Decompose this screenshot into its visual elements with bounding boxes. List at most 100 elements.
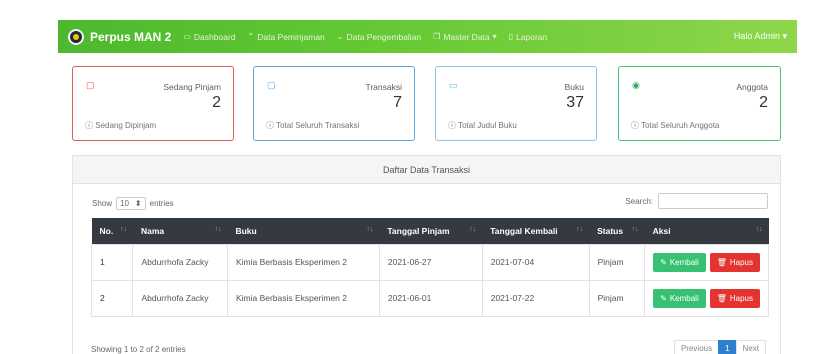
nav-laporan[interactable]: ▯ Laporan (509, 32, 548, 42)
entries-length: Show 10 ⬍ entries (92, 197, 174, 210)
cell-buku: Kimia Berbasis Eksperimen 2 (226, 243, 380, 281)
nav-master-data[interactable]: ❐ Master Data ▾ (433, 32, 496, 42)
book-icon: ▭ (449, 80, 458, 90)
th-tanggal-pinjam[interactable]: Tanggal Pinjam ↑↓ (379, 218, 483, 244)
user-greeting: Halo Admin (733, 31, 780, 41)
previous-button[interactable]: Previous (673, 340, 720, 354)
card-buku: ▭ Buku 37 ⓘ Total Judul Buku (435, 66, 597, 141)
card-footer: ⓘ Total Seluruh Transaksi (266, 120, 359, 131)
search-box: Search: (625, 193, 768, 209)
th-label: Tanggal Kembali (490, 225, 558, 236)
table-row: 2 Abdurrhofa Zacky Kimia Berbasis Eksper… (90, 279, 769, 317)
folder-icon: ❐ (433, 32, 441, 41)
nav-laporan-label: Laporan (516, 31, 548, 42)
table-row: 1 Abdurrhofa Zacky Kimia Berbasis Eksper… (90, 243, 769, 281)
edit-icon: ✎ (660, 293, 667, 303)
entries-select[interactable]: 10 ⬍ (116, 197, 146, 210)
next-button[interactable]: Next (735, 340, 766, 354)
card-anggota: ◉ Anggota 2 ⓘ Total Seluruh Anggota (618, 66, 781, 141)
card-value: 7 (393, 94, 402, 111)
cell-tanggal-pinjam: 2021-06-27 (378, 243, 483, 281)
info-icon: ⓘ (448, 121, 459, 130)
cell-tanggal-kembali: 2021-07-04 (481, 243, 590, 281)
sort-icon: ↑↓ (214, 226, 222, 233)
search-label: Search: (625, 196, 653, 206)
sort-icon: ↑↓ (576, 226, 584, 233)
table-header-row: No. ↑↓ Nama ↑↓ Buku ↑↓ Tanggal Pinjam ↑↓ Tan… (91, 218, 769, 244)
page-1-button[interactable]: 1 (718, 340, 737, 354)
nav-data-peminjaman[interactable]: ⌃ Data Peminjaman (248, 32, 325, 42)
card-transaksi: ▢ Transaksi 7 ⓘ Total Seluruh Transaksi (253, 66, 415, 141)
card-footer-text: Total Judul Buku (458, 121, 517, 130)
entries-label: entries (149, 199, 174, 208)
hapus-button[interactable]: 🗑 Hapus (709, 288, 760, 308)
card-footer-text: Total Seluruh Anggota (641, 121, 720, 130)
card-value: 2 (759, 94, 768, 111)
sort-icon: ↑↓ (631, 226, 639, 233)
sort-icon: ↑↓ (755, 226, 763, 233)
table-controls: Show 10 ⬍ entries Search: (92, 193, 768, 213)
kembali-label: Kembali (669, 257, 699, 267)
table-info: Showing 1 to 2 of 2 entries (91, 345, 186, 354)
card-footer: ⓘ Sedang Dipinjam (85, 120, 156, 131)
panel-title: Daftar Data Transaksi (73, 156, 780, 184)
top-navbar: Perpus MAN 2 ▭ Dashboard ⌃ Data Peminjam… (58, 20, 797, 53)
nav-master-data-label: Master Data (443, 31, 490, 42)
down-arrow-icon: ⌄ (336, 32, 344, 41)
th-label: Buku (235, 225, 257, 236)
card-value: 2 (212, 94, 221, 111)
th-label: Tanggal Pinjam (387, 225, 450, 236)
kembali-label: Kembali (669, 293, 699, 303)
hapus-label: Hapus (729, 293, 753, 303)
th-tanggal-kembali[interactable]: Tanggal Kembali ↑↓ (482, 218, 590, 244)
th-no[interactable]: No. ↑↓ (91, 218, 133, 244)
card-footer-text: Total Seluruh Transaksi (276, 121, 360, 130)
th-label: Nama (140, 225, 165, 236)
card-title: Transaksi (365, 82, 402, 92)
nav-dashboard[interactable]: ▭ Dashboard (183, 32, 235, 42)
kembali-button[interactable]: ✎ Kembali (653, 288, 706, 308)
nav-data-pengembalian[interactable]: ⌄ Data Pengembalian (337, 32, 421, 42)
info-icon: ⓘ (266, 121, 277, 130)
transaction-panel: Daftar Data Transaksi Show 10 ⬍ entries … (72, 155, 781, 354)
cell-buku: Kimia Berbasis Eksperimen 2 (226, 279, 380, 317)
cell-no: 1 (90, 243, 134, 281)
nav-data-pengembalian-label: Data Pengembalian (346, 31, 422, 42)
nav-dashboard-label: Dashboard (193, 31, 236, 42)
search-input[interactable] (658, 193, 768, 209)
sort-icon: ↑↓ (469, 226, 477, 233)
nav-data-peminjaman-label: Data Peminjaman (257, 31, 325, 42)
file-icon: ▢ (86, 80, 95, 90)
select-arrows-icon: ⬍ (134, 199, 142, 208)
trash-icon: 🗑 (716, 257, 727, 267)
cell-no: 2 (90, 279, 134, 317)
sort-icon: ↑↓ (119, 226, 127, 233)
th-label: Aksi (652, 225, 671, 236)
cell-status: Pinjam (588, 279, 646, 317)
card-title: Anggota (736, 82, 768, 92)
card-title: Sedang Pinjam (163, 82, 221, 92)
card-sedang-pinjam: ▢ Sedang Pinjam 2 ⓘ Sedang Dipinjam (72, 66, 234, 141)
th-status[interactable]: Status ↑↓ (589, 218, 645, 244)
pagination: Previous 1 Next (673, 340, 766, 354)
entries-value: 10 (120, 199, 129, 208)
th-buku[interactable]: Buku ↑↓ (227, 218, 380, 244)
th-nama[interactable]: Nama ↑↓ (132, 218, 228, 244)
cell-tanggal-pinjam: 2021-06-01 (378, 279, 483, 317)
file-icon: ▢ (267, 80, 276, 90)
dashboard-icon: ▭ (183, 32, 191, 41)
user-menu[interactable]: Halo Admin ▾ (734, 31, 787, 42)
info-icon: ⓘ (85, 121, 96, 130)
card-footer: ⓘ Total Judul Buku (448, 120, 517, 131)
sort-icon: ↑↓ (366, 226, 374, 233)
kembali-button[interactable]: ✎ Kembali (653, 252, 706, 272)
cell-nama: Abdurrhofa Zacky (132, 279, 228, 317)
hapus-button[interactable]: 🗑 Hapus (709, 252, 760, 272)
up-arrow-icon: ⌃ (247, 32, 255, 41)
th-aksi[interactable]: Aksi ↑↓ (644, 218, 769, 244)
card-title: Buku (564, 82, 584, 92)
brand-name: Perpus MAN 2 (90, 29, 172, 44)
card-value: 37 (566, 94, 584, 111)
brand[interactable]: Perpus MAN 2 (68, 28, 172, 45)
school-logo-icon (68, 28, 84, 45)
